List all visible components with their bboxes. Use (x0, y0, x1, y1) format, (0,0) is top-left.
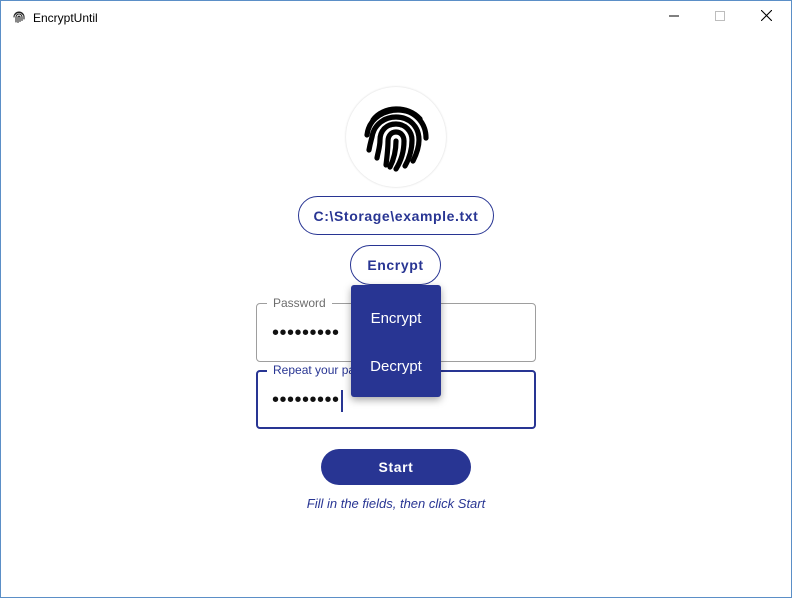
app-window: EncryptUntil C:\Storage\example.txt Encr… (0, 0, 792, 598)
maximize-button[interactable] (697, 1, 743, 33)
logo-circle (346, 87, 446, 187)
minimize-icon (669, 8, 679, 26)
mode-dropdown-menu: Encrypt Decrypt (351, 285, 441, 397)
repeat-password-value: ••••••••• (272, 389, 340, 411)
fingerprint-icon (12, 10, 26, 24)
password-input[interactable]: ••••••••• (272, 320, 340, 346)
text-caret (340, 389, 343, 412)
fingerprint-icon (356, 95, 436, 180)
close-button[interactable] (743, 1, 789, 33)
repeat-password-input[interactable]: ••••••••• (272, 387, 343, 413)
file-path-button[interactable]: C:\Storage\example.txt (298, 196, 494, 235)
dropdown-option-encrypt[interactable]: Encrypt (351, 294, 441, 342)
window-title: EncryptUntil (33, 11, 98, 25)
hint-text: Fill in the fields, then click Start (306, 496, 486, 511)
maximize-icon (715, 8, 725, 26)
minimize-button[interactable] (651, 1, 697, 33)
start-button[interactable]: Start (321, 449, 471, 485)
dropdown-option-decrypt[interactable]: Decrypt (351, 342, 441, 390)
password-label: Password (267, 295, 332, 311)
close-icon (760, 8, 772, 26)
mode-select[interactable]: Encrypt (350, 245, 441, 285)
title-bar[interactable]: EncryptUntil (1, 1, 791, 33)
